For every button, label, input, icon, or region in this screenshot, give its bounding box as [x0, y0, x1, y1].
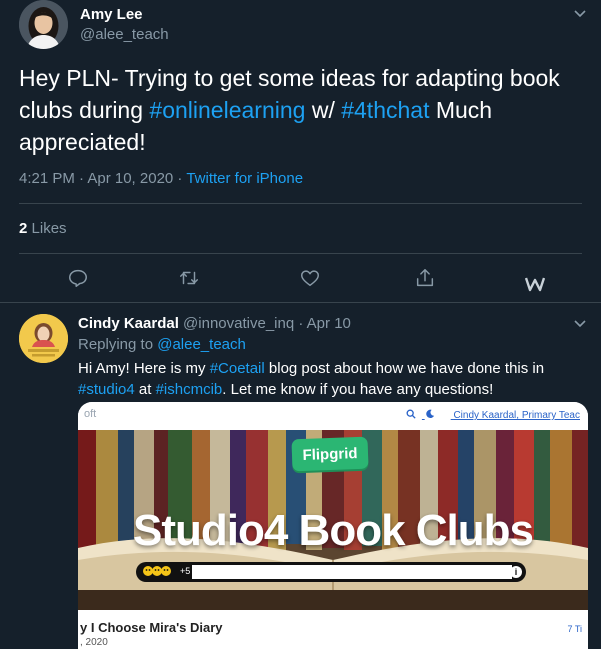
flipgrid-badge: Flipgrid	[291, 436, 369, 472]
wordpress-icon[interactable]	[523, 272, 547, 296]
meta-separator: ·	[173, 170, 187, 187]
post-title: y I Choose Mira's Diary	[80, 620, 223, 635]
handle-and-date[interactable]: @innovative_inq · Apr 10	[183, 315, 351, 332]
card-corner-text: oft	[84, 408, 97, 420]
card-top-bar: oft Cindy Kaardal, Primary Teac	[78, 402, 588, 430]
reaction-count: +5	[180, 566, 191, 576]
card-user-link: Cindy Kaardal, Primary Teac	[406, 409, 580, 421]
tweet-text-segment: . Let me know if you have any questions!	[222, 381, 494, 398]
tweet-source[interactable]: Twitter for iPhone	[186, 170, 303, 187]
chevron-down-icon[interactable]	[574, 318, 586, 330]
reply-header: Cindy Kaardal @innovative_inq · Apr 10	[78, 315, 351, 332]
likes-label: Likes	[31, 220, 67, 237]
tweet-meta: 4:21 PM · Apr 10, 2020 · Twitter for iPh…	[19, 170, 303, 187]
replying-to-handle[interactable]: @alee_teach	[157, 336, 246, 353]
hashtag-link[interactable]: #4thchat	[341, 97, 429, 123]
reply-icon[interactable]	[66, 266, 90, 290]
search-icon	[406, 409, 416, 419]
tweet-text: Hey PLN- Trying to get some ideas for ad…	[19, 62, 579, 158]
video-progress-field	[192, 565, 512, 579]
share-icon[interactable]	[413, 266, 437, 290]
emoji-reactions-icon	[142, 565, 178, 579]
reply-text: Hi Amy! Here is my #Coetail blog post ab…	[78, 358, 583, 400]
divider	[19, 253, 582, 254]
like-icon[interactable]	[298, 266, 322, 290]
likes-number: 2	[19, 220, 28, 237]
likes-count[interactable]: 2 Likes	[19, 220, 67, 237]
avatar[interactable]	[19, 0, 68, 49]
chevron-down-icon[interactable]	[574, 8, 586, 20]
author-handle[interactable]: @alee_teach	[80, 26, 169, 43]
card-user-name: Cindy Kaardal, Primary Teac	[453, 410, 580, 421]
post-right-link: 7 Ti	[567, 624, 582, 634]
info-icon: i	[510, 566, 522, 578]
card-bottom: y I Choose Mira's Diary , 2020 7 Ti	[78, 610, 588, 649]
hashtag-link[interactable]: #onlinelearning	[149, 97, 305, 123]
hashtag-link[interactable]: #ishcmcib	[156, 381, 223, 398]
avatar-photo	[19, 0, 68, 49]
retweet-icon[interactable]	[177, 266, 201, 290]
replying-to: Replying to @alee_teach	[78, 336, 246, 353]
link-preview-card[interactable]: oft Cindy Kaardal, Primary Teac Flipgrid…	[78, 402, 588, 649]
tweet-actions	[0, 258, 601, 298]
video-bar: +5 i	[136, 562, 526, 582]
post-date: , 2020	[80, 637, 108, 648]
tweet-text-segment: Hi Amy! Here is my	[78, 360, 210, 377]
card-hero-image: Flipgrid Studio4 Book Clubs +5 i	[78, 430, 588, 610]
author-name[interactable]: Cindy Kaardal	[78, 315, 179, 332]
tweet-text-segment: blog post about how we have done this in	[264, 360, 545, 377]
author-name[interactable]: Amy Lee	[80, 6, 143, 23]
tweet-text-segment: w/	[305, 97, 342, 123]
main-tweet: Amy Lee @alee_teach Hey PLN- Trying to g…	[0, 0, 601, 303]
divider	[19, 203, 582, 204]
moon-icon	[425, 409, 434, 418]
card-hero-title: Studio4 Book Clubs	[133, 506, 534, 555]
avatar-photo	[19, 314, 68, 363]
tweet-time[interactable]: 4:21 PM · Apr 10, 2020	[19, 170, 173, 187]
avatar[interactable]	[19, 314, 68, 363]
replying-prefix: Replying to	[78, 336, 154, 353]
hashtag-link[interactable]: #studio4	[78, 381, 135, 398]
reply-tweet[interactable]: Cindy Kaardal @innovative_inq · Apr 10 R…	[0, 304, 601, 649]
hashtag-link[interactable]: #Coetail	[210, 360, 265, 377]
tweet-text-segment: at	[134, 381, 156, 398]
